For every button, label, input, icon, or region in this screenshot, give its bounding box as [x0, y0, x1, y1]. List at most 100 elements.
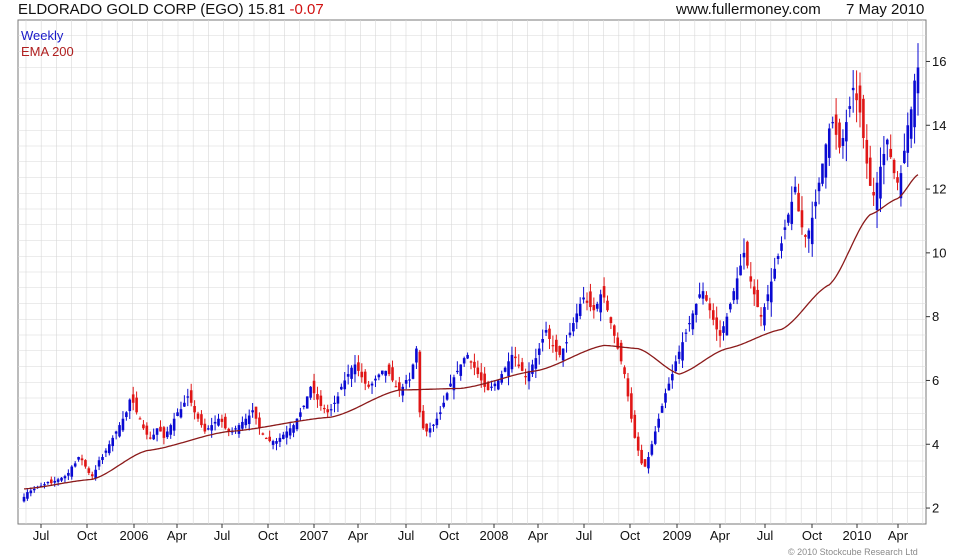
candle-body: [285, 431, 289, 438]
candle-body: [282, 434, 285, 440]
x-tick-label: Apr: [888, 528, 909, 543]
candle-body: [387, 364, 391, 375]
candle-body: [763, 307, 766, 326]
candle-body: [319, 395, 323, 406]
candle-body: [851, 87, 855, 91]
candle-body: [582, 297, 585, 300]
candle-body: [466, 354, 469, 359]
x-tick-label: Oct: [439, 528, 460, 543]
candle-body: [49, 479, 53, 484]
candle-body: [804, 235, 807, 237]
candle-body: [343, 380, 347, 390]
candle-body: [783, 227, 787, 230]
x-tick-label: Jul: [398, 528, 415, 543]
candle-body: [309, 386, 312, 398]
candle-body: [510, 354, 514, 370]
y-tick-label: 10: [932, 245, 946, 260]
x-tick-label: Oct: [620, 528, 641, 543]
candle-body: [602, 286, 606, 298]
candle-body: [848, 106, 852, 109]
candle-body: [609, 317, 613, 324]
candle-body: [438, 412, 442, 415]
candle-body: [862, 98, 865, 139]
x-tick-label: Oct: [258, 528, 279, 543]
candle-body: [299, 412, 302, 417]
candle-body: [483, 373, 486, 387]
candle-body: [660, 405, 664, 413]
candle-body: [534, 358, 538, 369]
candle-body: [913, 80, 916, 128]
x-tick-label: 2009: [663, 528, 692, 543]
candle-body: [125, 412, 128, 418]
candle-body: [633, 414, 637, 438]
candle-body: [244, 418, 248, 426]
x-tick-label: Apr: [167, 528, 188, 543]
candle-body: [217, 418, 220, 426]
candle-body: [916, 67, 920, 94]
candle-body: [247, 415, 251, 425]
candle-body: [183, 402, 186, 407]
candle-body: [421, 410, 425, 429]
candle-body: [551, 345, 555, 347]
candle-body: [640, 449, 643, 464]
candle-body: [619, 342, 623, 362]
y-tick-label: 16: [932, 54, 946, 69]
candle-body: [469, 361, 473, 363]
candle-body: [555, 339, 558, 352]
candle-body: [749, 276, 753, 282]
candle-body: [206, 428, 210, 430]
candle-body: [305, 396, 309, 409]
candle-body: [524, 375, 527, 378]
candle-body: [90, 474, 94, 477]
candle-body: [657, 418, 660, 428]
price-chart: 246810121416 Jul Oct 2006 Apr Jul Oct 2007 Apr J…: [17, 19, 946, 543]
candle-body: [773, 268, 776, 279]
candle-body: [623, 367, 626, 375]
x-tick-label: 2010: [843, 528, 872, 543]
candle-body: [210, 425, 213, 431]
candle-body: [885, 139, 889, 145]
y-tick-label: 2: [932, 501, 939, 516]
candle-body: [865, 139, 869, 164]
candle-body: [896, 177, 899, 183]
candle-body: [408, 379, 411, 381]
candle-body: [882, 153, 886, 166]
candle-body: [531, 364, 534, 374]
candle-body: [462, 358, 466, 364]
candle-body: [84, 460, 87, 467]
candle-body: [131, 394, 135, 403]
candle-body: [278, 437, 282, 442]
candle-body: [548, 328, 551, 339]
candle-body: [688, 323, 691, 325]
candle-body: [595, 303, 599, 309]
y-axis: 2 4 6 8 10 12 14 16: [926, 54, 946, 516]
candle-body: [94, 469, 97, 479]
candle-body: [404, 379, 408, 384]
candle-body: [121, 418, 125, 431]
candle-body: [56, 479, 60, 482]
candle-body: [630, 393, 633, 419]
candle-body: [26, 492, 29, 499]
candle-body: [715, 317, 718, 330]
y-tick-label: 4: [932, 437, 939, 452]
candle-body: [118, 425, 121, 437]
candle-body: [67, 472, 70, 476]
candle-body: [384, 370, 387, 376]
x-tick-label: Oct: [77, 528, 98, 543]
candle-body: [671, 374, 674, 381]
candle-body: [169, 425, 173, 435]
candle-body: [43, 484, 46, 486]
candle-body: [732, 291, 736, 301]
candle-body: [196, 413, 200, 419]
candle-body: [575, 313, 579, 323]
candle-body: [326, 409, 329, 413]
candle-body: [838, 122, 841, 148]
candle-body: [445, 393, 449, 400]
x-tick-label: 2006: [120, 528, 149, 543]
candle-body: [203, 423, 207, 432]
candle-body: [104, 450, 108, 453]
candle-body: [179, 409, 183, 418]
candle-body: [442, 402, 446, 407]
x-tick-label: Jul: [757, 528, 774, 543]
legend-ema-200: EMA 200: [21, 44, 74, 59]
